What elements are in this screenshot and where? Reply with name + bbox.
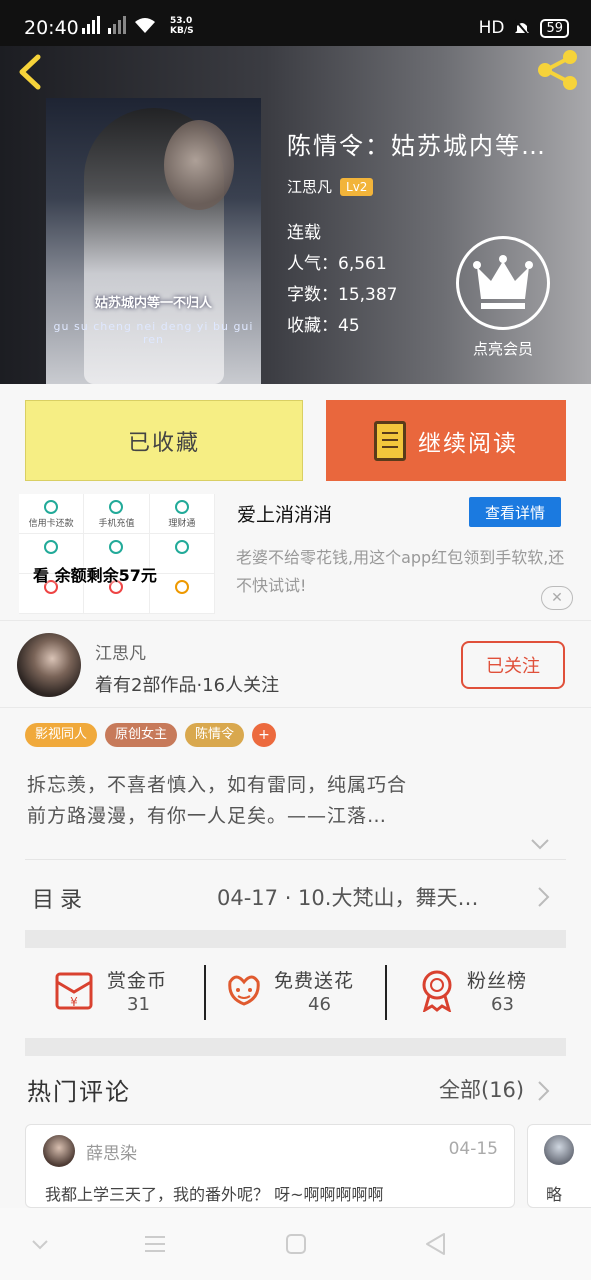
comment-card[interactable]: 薛思染 04-15 我都上学三天了，我的番外呢？ 呀~啊啊啊啊啊 [25, 1124, 515, 1208]
tag-list: 影视同人 原创女主 陈情令 + [25, 723, 277, 747]
svg-text:¥: ¥ [70, 995, 78, 1009]
ad-grid-item: 手机充值 [84, 494, 150, 534]
mute-icon [514, 19, 531, 37]
comment-avatar[interactable] [43, 1135, 75, 1167]
comment-date: 04-15 [448, 1139, 498, 1159]
hot-comments-title: 热门评论 [27, 1078, 131, 1106]
intro-line: 前方路漫漫，有你一人足矣。——江落… [27, 805, 388, 827]
follow-button[interactable]: 已关注 [461, 641, 565, 689]
back-arrow-icon[interactable] [16, 54, 46, 90]
ad-description: 老婆不给零花钱,用这个app红包领到手软软,还不快试试! [236, 548, 565, 595]
section-divider [25, 1038, 566, 1056]
status-right: HD 59 [479, 18, 569, 38]
stat-label: 粉丝榜 [467, 970, 528, 992]
continue-reading-button[interactable]: 继续阅读 [326, 400, 566, 481]
level-badge: Lv2 [340, 177, 374, 196]
book-intro[interactable]: 拆忘羡，不喜者慎入，如有雷同，纯属巧合 前方路漫漫，有你一人足矣。——江落… [27, 770, 567, 832]
toc-latest-chapter: 04-17 · 10.大梵山，舞天… [217, 886, 479, 910]
nav-menu-icon[interactable] [143, 1232, 167, 1256]
wifi-icon [135, 18, 155, 33]
ad-app-grid: 信用卡还款 手机充值 理财通 [19, 494, 215, 614]
stat-fans[interactable]: 粉丝榜 63 [385, 965, 566, 1020]
cover-face [164, 120, 234, 210]
tag-item[interactable]: 原创女主 [105, 723, 178, 747]
book-title: 陈情令：姑苏城内等… [287, 132, 547, 160]
book-header: 20:40 53.0 KB/S HD 59 姑苏城内等一不归人 gu su ch… [0, 0, 591, 384]
chevron-down-icon[interactable] [530, 836, 550, 852]
table-of-contents-row[interactable]: 目录 04-17 · 10.大梵山，舞天… [0, 860, 591, 930]
book-words: 字数：15,387 [287, 285, 398, 305]
stat-coins[interactable]: ¥ 赏金币 31 [25, 950, 204, 1040]
battery-icon: 59 [540, 18, 569, 38]
ad-close-icon[interactable]: ✕ [541, 586, 573, 610]
ad-image[interactable]: 信用卡还款 手机充值 理财通 看 余额剩余57元 [19, 494, 215, 614]
ad-grid-item [149, 534, 215, 574]
stat-value: 46 [308, 994, 331, 1015]
signal-4g-icon [82, 16, 100, 34]
ad-image-overlay: 看 余额剩余57元 [33, 566, 157, 585]
ad-grid-item: 理财通 [149, 494, 215, 534]
tag-item[interactable]: 影视同人 [25, 723, 98, 747]
all-comments-link[interactable]: 全部(16) [439, 1074, 524, 1104]
flower-icon [228, 975, 260, 1006]
ad-detail-button[interactable]: 查看详情 [469, 497, 561, 527]
ad-grid-item: 信用卡还款 [19, 494, 85, 534]
chevron-right-icon[interactable] [536, 1080, 550, 1102]
collected-button[interactable]: 已收藏 [25, 400, 303, 481]
book-cover[interactable]: 姑苏城内等一不归人 gu su cheng nei deng yi bu gui… [46, 98, 261, 384]
vip-label: 点亮会员 [472, 340, 533, 358]
vip-button[interactable] [456, 236, 550, 330]
section-divider [25, 930, 566, 948]
cover-pinyin: gu su cheng nei deng yi bu gui ren [53, 320, 254, 346]
nav-hide-icon[interactable] [28, 1232, 52, 1256]
toc-label: 目录 [32, 888, 89, 913]
stat-value: 63 [491, 994, 514, 1015]
ad-grid-item [149, 574, 215, 614]
ad-title[interactable]: 爱上消消消 [237, 500, 332, 527]
book-icon [374, 420, 406, 461]
signal-icons [82, 16, 156, 34]
chevron-right-icon [538, 887, 550, 907]
stat-label: 赏金币 [107, 970, 168, 992]
hd-indicator: HD [478, 18, 505, 38]
comment-text: 略 [546, 1185, 563, 1204]
tag-item[interactable]: 陈情令 [185, 723, 245, 747]
status-bar: 20:40 53.0 KB/S HD 59 [0, 0, 591, 46]
book-status: 连载 [287, 223, 321, 243]
author-card[interactable]: 江思凡 着有2部作品·16人关注 已关注 [0, 620, 591, 708]
status-time: 20:40 [24, 17, 79, 39]
book-collections: 收藏：45 [287, 316, 360, 336]
author-avatar[interactable] [17, 633, 81, 697]
cover-caption: 姑苏城内等一不归人 [94, 296, 212, 311]
stat-flowers[interactable]: 免费送花 46 [204, 965, 385, 1020]
intro-line: 拆忘羡，不喜者慎入，如有雷同，纯属巧合 [27, 774, 408, 796]
continue-reading-label: 继续阅读 [418, 430, 518, 457]
nav-back-icon[interactable] [424, 1232, 448, 1256]
comment-user: 薛思染 [86, 1144, 137, 1164]
system-nav-bar [0, 1208, 591, 1280]
book-author-row: 江思凡 Lv2 [287, 176, 374, 197]
book-author[interactable]: 江思凡 [287, 176, 332, 197]
comment-card[interactable]: 略 [527, 1124, 591, 1208]
nav-home-icon[interactable] [284, 1232, 308, 1256]
add-tag-button[interactable]: + [252, 723, 277, 747]
net-speed: 53.0 KB/S [170, 16, 194, 36]
red-envelope-icon: ¥ [55, 972, 93, 1010]
signal-sim2-icon [108, 16, 126, 34]
book-popularity: 人气：6,561 [287, 254, 387, 274]
comment-text: 我都上学三天了，我的番外呢？ 呀~啊啊啊啊啊 [45, 1185, 384, 1204]
medal-icon [422, 970, 452, 1012]
stat-label: 免费送花 [274, 970, 355, 992]
stats-row: ¥ 赏金币 31 免费送花 46 粉丝榜 63 [25, 950, 566, 1040]
share-icon[interactable] [536, 50, 580, 90]
author-info: 着有2部作品·16人关注 [95, 675, 280, 696]
author-name: 江思凡 [95, 644, 146, 664]
comment-avatar[interactable] [544, 1135, 574, 1165]
stat-value: 31 [127, 994, 150, 1015]
crown-icon [473, 255, 533, 309]
